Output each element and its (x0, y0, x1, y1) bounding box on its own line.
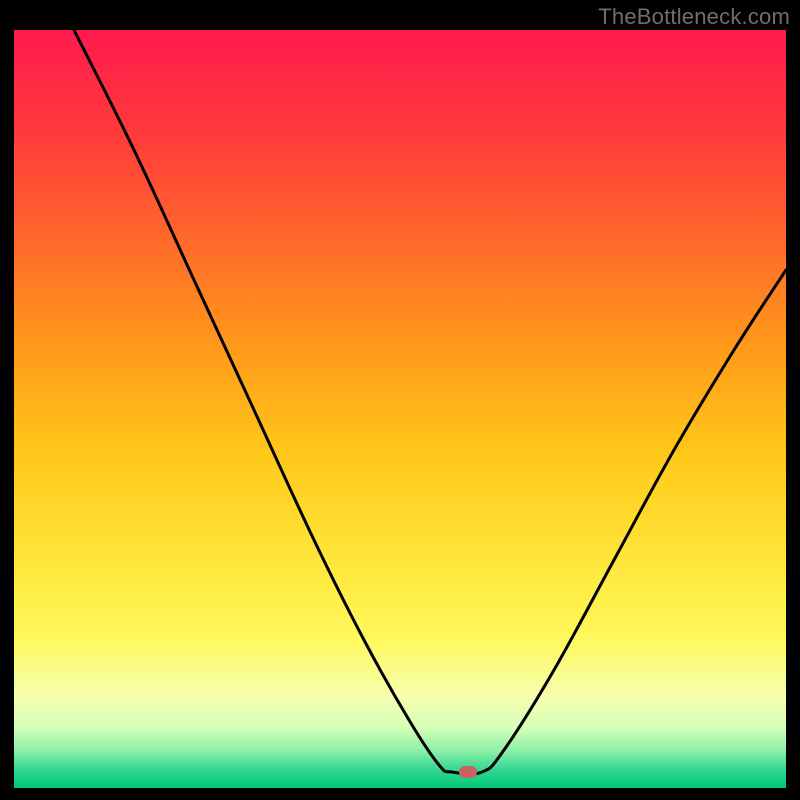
bottleneck-curve (14, 30, 786, 788)
plot-area (14, 30, 786, 788)
chart-frame: TheBottleneck.com (0, 0, 800, 800)
watermark-label: TheBottleneck.com (598, 4, 790, 30)
